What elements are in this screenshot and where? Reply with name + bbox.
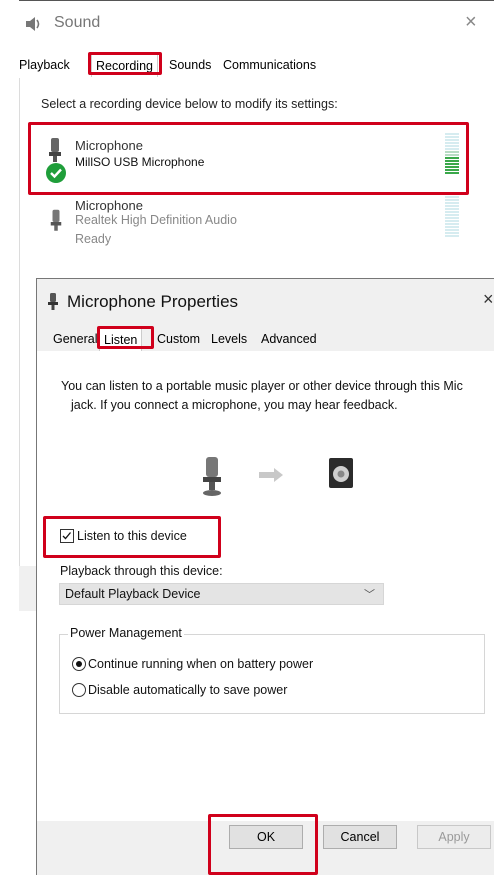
- cancel-button[interactable]: Cancel: [323, 825, 397, 849]
- apply-button[interactable]: Apply: [417, 825, 491, 849]
- radio-disable-automatically-label[interactable]: Disable automatically to save power: [88, 683, 287, 697]
- speaker-illustration-icon: [329, 458, 353, 488]
- device-row-realtek[interactable]: Microphone Realtek High Definition Audio…: [29, 196, 484, 256]
- power-management-legend: Power Management: [68, 626, 184, 640]
- listen-description-line2: jack. If you connect a microphone, you m…: [71, 398, 398, 412]
- radio-disable-automatically[interactable]: [72, 683, 86, 697]
- power-management-group: Power Management Continue running when o…: [59, 626, 485, 714]
- highlight-listen-checkbox: [43, 516, 221, 558]
- highlight-usb-microphone: [28, 122, 469, 195]
- playback-device-select[interactable]: Default Playback Device ﹀: [59, 583, 384, 605]
- highlight-recording-tab: [88, 52, 162, 75]
- listen-description: You can listen to a portable music playe…: [61, 377, 481, 415]
- tab-advanced[interactable]: Advanced: [257, 328, 321, 350]
- device-description: Realtek High Definition Audio: [75, 213, 237, 227]
- microphone-icon: [50, 209, 62, 231]
- tab-custom[interactable]: Custom: [153, 328, 204, 350]
- speaker-icon: [26, 17, 40, 31]
- tab-playback[interactable]: Playback: [15, 54, 74, 76]
- microphone-properties-dialog: Microphone Properties × General Listen C…: [36, 278, 494, 875]
- tab-communications[interactable]: Communications: [219, 54, 320, 76]
- highlight-ok-button: [208, 814, 318, 875]
- sound-dialog-title: Sound: [54, 14, 101, 31]
- playback-through-label: Playback through this device:: [60, 564, 223, 578]
- microphone-icon: [48, 293, 58, 310]
- properties-dialog-title: Microphone Properties: [67, 292, 239, 311]
- recording-instruction: Select a recording device below to modif…: [41, 97, 338, 111]
- radio-continue-running-label[interactable]: Continue running when on battery power: [88, 657, 313, 671]
- microphone-illustration-icon: [203, 457, 221, 496]
- device-name: Microphone: [75, 198, 143, 213]
- arrow-right-icon: [259, 468, 283, 482]
- tab-sounds[interactable]: Sounds: [165, 54, 215, 76]
- tab-general[interactable]: General: [49, 328, 101, 350]
- listen-description-line1: You can listen to a portable music playe…: [61, 379, 463, 393]
- highlight-listen-tab: [97, 326, 154, 349]
- listen-panel: You can listen to a portable music playe…: [37, 351, 494, 821]
- device-status: Ready: [75, 232, 112, 246]
- tab-levels[interactable]: Levels: [207, 328, 251, 350]
- level-meter: [445, 196, 459, 238]
- sound-close-button[interactable]: ×: [465, 11, 477, 34]
- playback-device-value: Default Playback Device: [65, 587, 201, 601]
- chevron-down-icon: ﹀: [364, 589, 375, 601]
- properties-close-button[interactable]: ×: [483, 289, 494, 310]
- radio-continue-running[interactable]: [72, 657, 86, 671]
